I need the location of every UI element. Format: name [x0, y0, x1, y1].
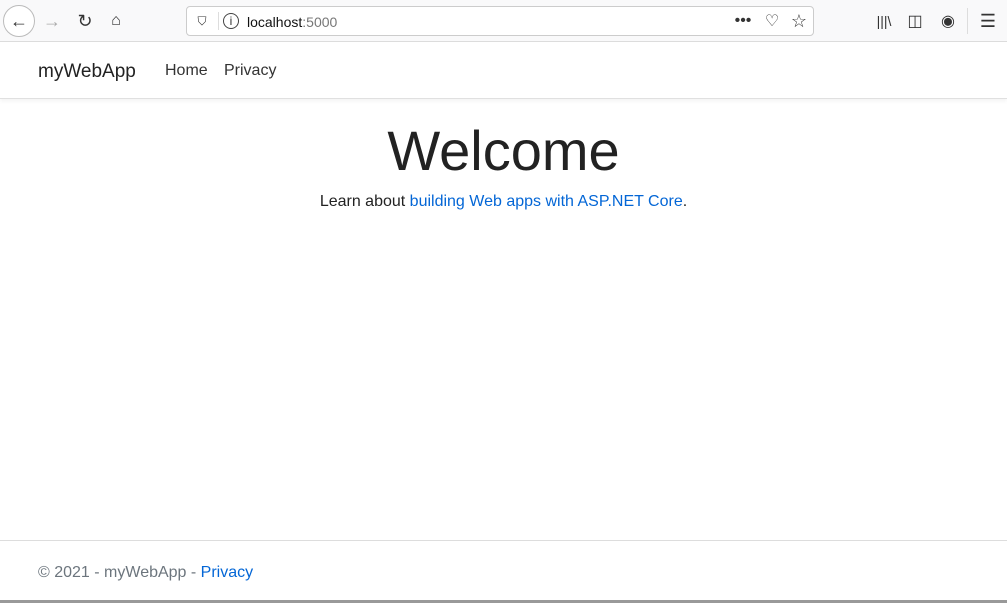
docs-link[interactable]: building Web apps with ASP.NET Core	[410, 193, 683, 210]
copyright: © 2021 - myWebApp -	[38, 564, 201, 581]
reload-button[interactable]: ↻	[75, 11, 95, 31]
footer-text: © 2021 - myWebApp - Privacy	[38, 564, 253, 582]
forward-button[interactable]: →	[42, 11, 62, 31]
pocket-icon[interactable]: ♡	[762, 12, 782, 30]
menu-icon[interactable]: ☰	[978, 11, 998, 31]
lead-prefix: Learn about	[319, 193, 410, 210]
shield-icon[interactable]: ⛉	[194, 13, 210, 29]
footer-privacy-link[interactable]: Privacy	[201, 564, 253, 581]
nav-privacy[interactable]: Privacy	[224, 62, 276, 80]
divider	[218, 12, 219, 30]
url-host: localhost	[247, 14, 303, 30]
sidebar-icon[interactable]: ◫	[905, 11, 925, 31]
divider	[967, 8, 968, 34]
url-port: :5000	[302, 14, 338, 30]
site-navbar: myWebApp Home Privacy	[0, 42, 1007, 99]
info-icon[interactable]: i	[223, 13, 239, 29]
library-icon[interactable]: |||\	[874, 11, 894, 31]
url-text[interactable]: localhost:5000	[247, 14, 337, 30]
more-actions-icon[interactable]: •••	[733, 12, 753, 30]
footer: © 2021 - myWebApp - Privacy	[0, 540, 1007, 601]
account-icon[interactable]: ◉	[938, 11, 958, 31]
home-button[interactable]: ⌂	[106, 11, 126, 31]
nav-home[interactable]: Home	[165, 62, 208, 80]
brand-link[interactable]: myWebApp	[38, 61, 136, 83]
browser-toolbar: ← → ↻ ⌂ ⛉ i localhost:5000 ••• ♡ ☆ |||\ …	[0, 0, 1007, 42]
back-button[interactable]: ←	[3, 5, 35, 37]
page-title: Welcome	[387, 119, 620, 182]
address-bar[interactable]: ⛉ i localhost:5000 ••• ♡ ☆	[186, 6, 814, 36]
lead-text: Learn about building Web apps with ASP.N…	[0, 193, 1007, 211]
lead-suffix: .	[682, 193, 688, 210]
bookmark-star-icon[interactable]: ☆	[789, 11, 809, 31]
